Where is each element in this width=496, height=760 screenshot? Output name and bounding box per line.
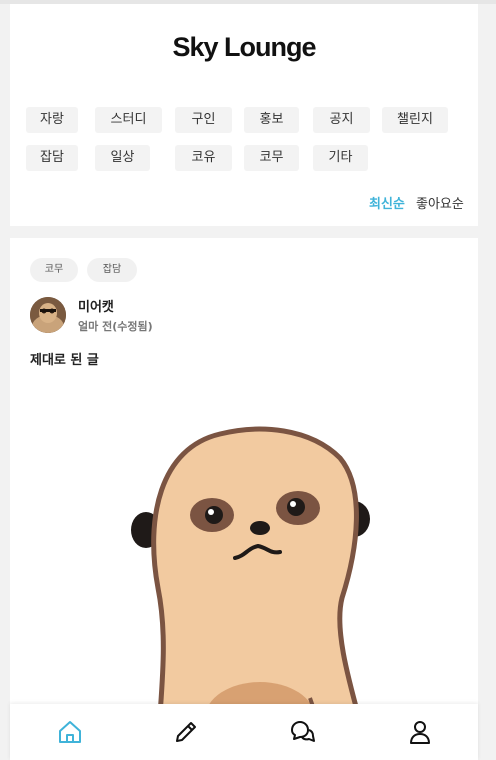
post-tag[interactable]: 코무 (30, 258, 78, 282)
app-title: Sky Lounge (172, 32, 316, 62)
category-chip[interactable]: 코무 (244, 145, 299, 171)
category-chip[interactable]: 스터디 (95, 107, 162, 133)
home-icon[interactable] (56, 718, 84, 746)
category-chip[interactable]: 잡담 (26, 145, 78, 171)
header-card: Sky Lounge 자랑 스터디 구인 홍보 공지 챌린지 잡담 일상 코유 … (10, 4, 478, 226)
category-chip[interactable]: 공지 (313, 107, 370, 133)
avatar[interactable] (30, 297, 66, 333)
category-chip[interactable]: 기타 (313, 145, 368, 171)
chat-icon[interactable] (288, 718, 316, 746)
post-tag[interactable]: 잡담 (87, 258, 137, 282)
sort-likes-button[interactable]: 좋아요순 (416, 193, 464, 212)
author-name[interactable]: 미어캣 (78, 296, 114, 315)
post-card[interactable]: 코무 잡담 미어캣 얼마 전(수정됨) 제대로 된 글 (10, 238, 478, 760)
sort-latest-button[interactable]: 최신순 (369, 193, 405, 212)
category-chip[interactable]: 챌린지 (382, 107, 448, 133)
bottom-nav (10, 704, 478, 760)
category-chip[interactable]: 자랑 (26, 107, 78, 133)
user-icon[interactable] (406, 718, 434, 746)
post-body: 제대로 된 글 (30, 353, 99, 368)
category-chip[interactable]: 홍보 (244, 107, 299, 133)
category-chip[interactable]: 구인 (175, 107, 232, 133)
pencil-icon[interactable] (172, 718, 200, 746)
post-time: 얼마 전(수정됨) (78, 320, 153, 333)
category-chip[interactable]: 일상 (95, 145, 150, 171)
category-chip[interactable]: 코유 (175, 145, 232, 171)
